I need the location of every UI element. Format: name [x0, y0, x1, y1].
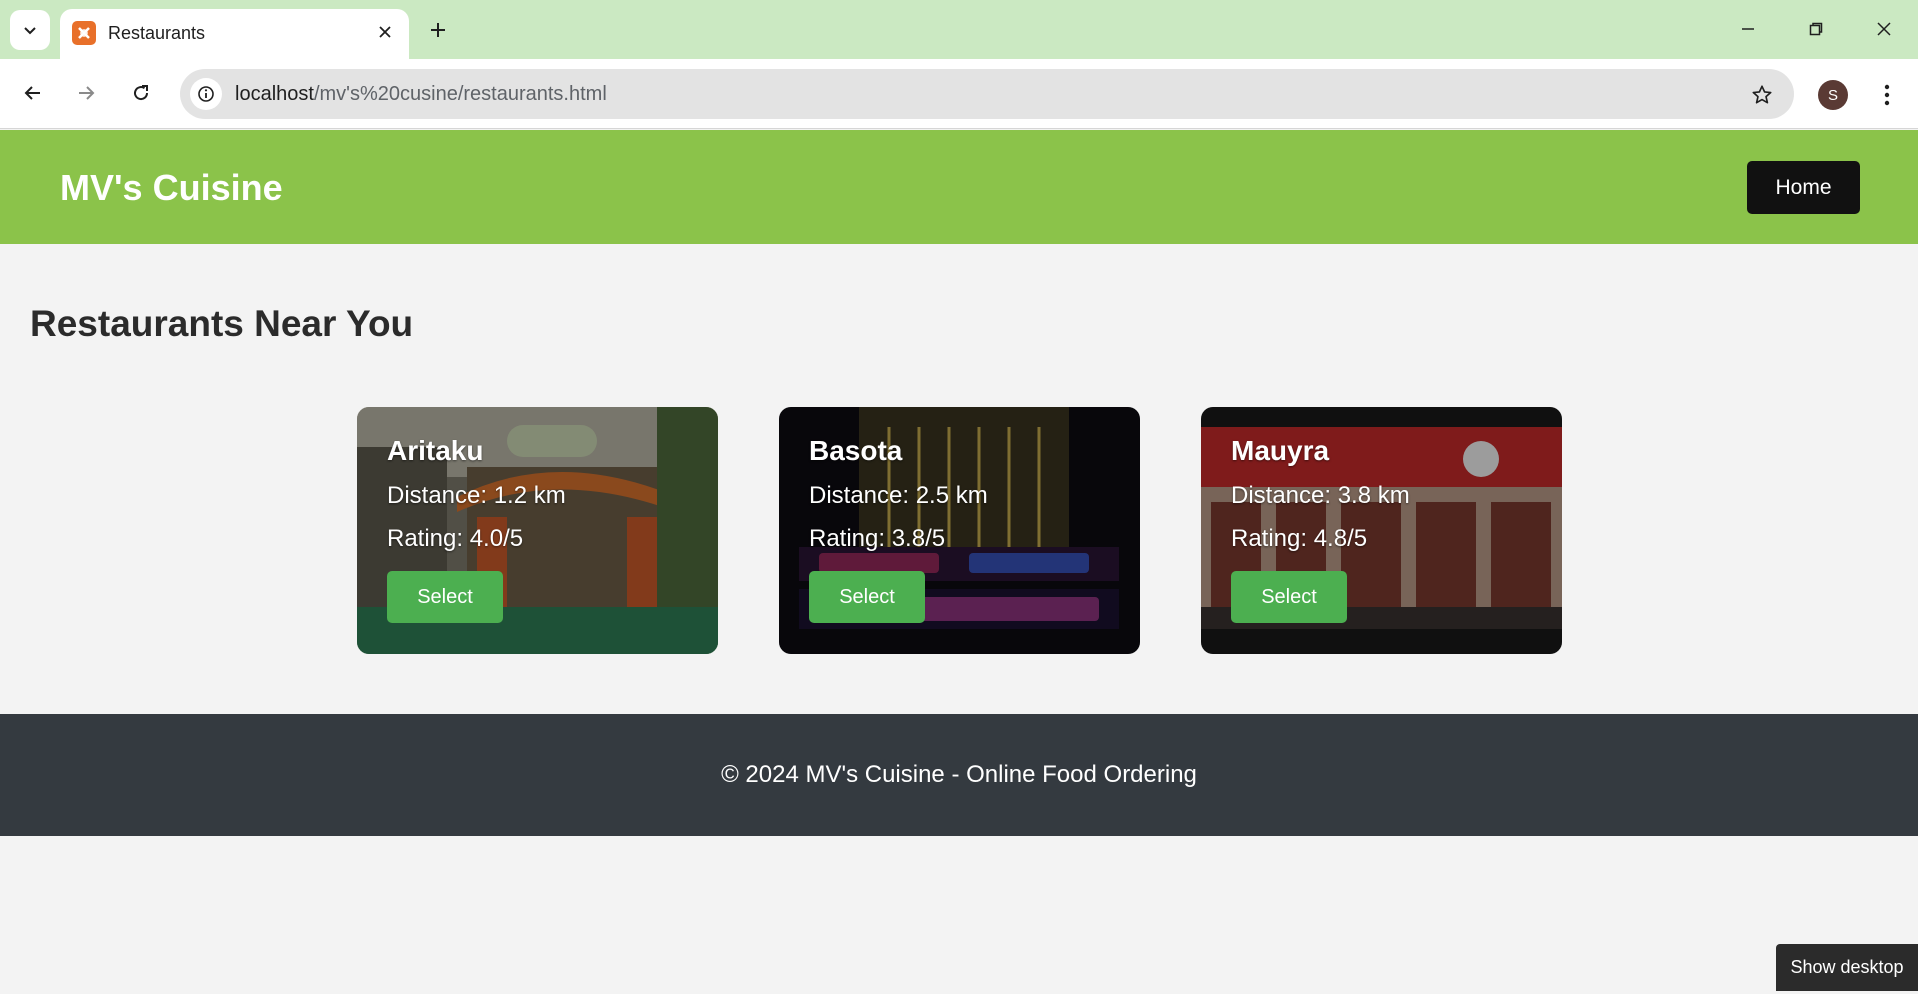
url-path: /mv's%20cusine/restaurants.html [313, 83, 607, 105]
info-icon [198, 86, 214, 102]
tab-close-button[interactable] [371, 18, 399, 46]
restaurant-distance: Distance: 3.8 km [1231, 482, 1410, 509]
forward-arrow-icon [79, 86, 95, 100]
back-arrow-icon [24, 86, 40, 100]
browser-tabstrip: Restaurants [0, 0, 1918, 59]
close-icon [379, 26, 391, 38]
page-title: Restaurants Near You [30, 303, 414, 344]
card-content: Aritaku Distance: 1.2 km Rating: 4.0/5 [387, 435, 566, 553]
browser-toolbar: localhost/mv's%20cusine/restaurants.html… [0, 59, 1918, 129]
window-close-button[interactable] [1854, 6, 1914, 52]
close-icon [1877, 22, 1891, 36]
restaurant-card-basota: Basota Distance: 2.5 km Rating: 3.8/5 Se… [779, 407, 1140, 654]
site-footer: © 2024 MV's Cuisine - Online Food Orderi… [0, 714, 1918, 836]
window-restore-button[interactable] [1786, 6, 1846, 52]
footer-copyright: © 2024 MV's Cuisine - Online Food Orderi… [721, 761, 1197, 788]
restaurant-name: Mauyra [1231, 435, 1330, 466]
site-brand: MV's Cuisine [60, 167, 283, 208]
card-content: Mauyra Distance: 3.8 km Rating: 4.8/5 [1231, 435, 1410, 553]
profile-avatar[interactable]: S [1818, 80, 1848, 110]
reload-icon [134, 85, 149, 101]
restaurant-rating: Rating: 4.0/5 [387, 525, 524, 552]
favicon-icon [72, 21, 96, 45]
card-content: Basota Distance: 2.5 km Rating: 3.8/5 [809, 435, 988, 553]
restaurant-name: Basota [809, 435, 903, 466]
site-header: MV's Cuisine Home [0, 130, 1918, 244]
browser-menu-button[interactable] [1872, 79, 1902, 111]
restaurant-card-mauyra: Mauyra Distance: 3.8 km Rating: 4.8/5 Se… [1201, 407, 1562, 654]
restaurant-rating: Rating: 3.8/5 [809, 525, 946, 552]
show-desktop-tooltip: Show desktop [1776, 944, 1918, 991]
star-icon [1752, 85, 1772, 104]
select-button[interactable]: Select [1231, 571, 1347, 623]
restaurant-rating: Rating: 4.8/5 [1231, 525, 1368, 552]
restaurant-distance: Distance: 2.5 km [809, 482, 988, 509]
select-button[interactable]: Select [809, 571, 925, 623]
home-nav-button[interactable]: Home [1747, 161, 1860, 214]
forward-button[interactable] [66, 73, 106, 113]
kebab-menu-icon [1884, 84, 1890, 106]
address-bar[interactable]: localhost/mv's%20cusine/restaurants.html [180, 69, 1794, 119]
window-minimize-button[interactable] [1718, 6, 1778, 52]
restaurant-name: Aritaku [387, 435, 484, 466]
tab-title: Restaurants [108, 23, 206, 43]
browser-tab[interactable]: Restaurants [60, 9, 409, 59]
site-info-button[interactable] [190, 78, 222, 110]
restaurant-distance: Distance: 1.2 km [387, 482, 566, 509]
url-text[interactable]: localhost/mv's%20cusine/restaurants.html [235, 83, 607, 106]
back-button[interactable] [13, 73, 53, 113]
restore-icon [1809, 22, 1823, 36]
restaurant-card-aritaku: Aritaku Distance: 1.2 km Rating: 4.0/5 S… [357, 407, 718, 654]
select-button[interactable]: Select [387, 571, 503, 623]
tab-search-button[interactable] [10, 10, 50, 50]
minimize-icon [1742, 28, 1754, 30]
new-tab-button[interactable] [420, 10, 456, 50]
bookmark-button[interactable] [1748, 81, 1776, 109]
reload-button[interactable] [121, 73, 161, 113]
plus-icon [431, 23, 445, 37]
url-host: localhost [235, 83, 314, 105]
chevron-down-icon [24, 27, 36, 35]
